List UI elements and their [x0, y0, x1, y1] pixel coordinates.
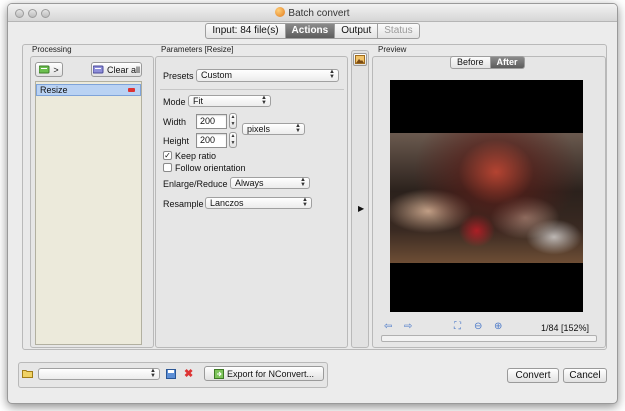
resample-value: Lanczos: [210, 198, 244, 208]
chevron-up-down-icon: ▲ ▼: [302, 197, 308, 208]
preview-scrollbar[interactable]: [381, 335, 597, 342]
preview-title: Preview: [378, 45, 407, 54]
preview-image: [390, 80, 583, 312]
width-stepper[interactable]: ▲ ▼: [229, 113, 237, 129]
remove-icon[interactable]: [128, 88, 135, 92]
window-title: Batch convert: [288, 8, 350, 19]
follow-orientation-label: Follow orientation: [175, 163, 246, 173]
settings-select[interactable]: ▲ ▼: [38, 368, 160, 380]
chevron-up-down-icon: ▲ ▼: [300, 177, 306, 188]
action-list[interactable]: Resize: [35, 81, 142, 345]
batch-convert-window: Batch convert Input: 84 file(s) Actions …: [7, 3, 618, 404]
mode-select[interactable]: Fit ▲ ▼: [188, 95, 271, 107]
resample-select[interactable]: Lanczos ▲ ▼: [205, 197, 312, 209]
parameters-title: Parameters [Resize]: [161, 45, 234, 54]
mode-label: Mode: [163, 97, 186, 107]
convert-button[interactable]: Convert: [507, 368, 559, 383]
chevron-up-down-icon: ▲ ▼: [261, 95, 267, 106]
export-icon: [213, 368, 224, 379]
enlarge-reduce-select[interactable]: Always ▲ ▼: [230, 177, 310, 189]
unit-select[interactable]: pixels ▲ ▼: [242, 123, 305, 135]
unit-value: pixels: [247, 124, 271, 134]
height-stepper[interactable]: ▲ ▼: [229, 132, 237, 148]
previous-arrow-icon[interactable]: ⇦: [384, 321, 392, 332]
main-tabs: Input: 84 file(s) Actions Output Status: [8, 23, 617, 39]
chevron-up-down-icon: ▲ ▼: [329, 69, 335, 80]
keep-ratio-label: Keep ratio: [175, 151, 217, 161]
after-button[interactable]: After: [490, 56, 525, 69]
export-nconvert-button[interactable]: Export for NConvert...: [204, 366, 324, 381]
save-icon[interactable]: [166, 369, 176, 381]
height-label: Height: [163, 136, 190, 146]
preview-photo: [390, 133, 583, 263]
list-item-resize[interactable]: Resize: [36, 84, 141, 96]
presets-select[interactable]: Custom ▲ ▼: [196, 69, 339, 82]
before-button[interactable]: Before: [450, 56, 491, 69]
chevron-up-down-icon: ▲ ▼: [295, 123, 301, 134]
before-after-toggle: Before After: [450, 56, 525, 69]
delete-icon[interactable]: ✖: [184, 367, 193, 380]
app-icon: [275, 7, 286, 17]
preview-splitter[interactable]: [351, 50, 369, 348]
width-label: Width: [163, 117, 187, 127]
add-action-button[interactable]: >: [35, 62, 63, 77]
export-label: Export for NConvert...: [226, 368, 315, 379]
divider: [160, 89, 344, 90]
show-preview-button[interactable]: [353, 53, 367, 66]
tab-output[interactable]: Output: [335, 23, 379, 39]
width-field[interactable]: 200: [196, 114, 227, 129]
follow-orientation-checkbox[interactable]: [163, 163, 172, 172]
image-icon: [355, 55, 365, 64]
clear-all-button[interactable]: Clear all: [91, 62, 142, 77]
mode-value: Fit: [193, 96, 203, 106]
clear-all-label: Clear all: [106, 64, 140, 75]
height-field[interactable]: 200: [196, 133, 227, 148]
resample-label: Resample: [163, 199, 204, 209]
cancel-button[interactable]: Cancel: [563, 368, 607, 383]
fit-screen-icon[interactable]: ⛶: [454, 321, 461, 332]
window-title-area: Batch convert: [8, 7, 617, 19]
tab-actions[interactable]: Actions: [285, 23, 336, 39]
enlarge-reduce-value: Always: [235, 178, 264, 188]
presets-value: Custom: [201, 70, 233, 80]
title-bar: Batch convert: [8, 4, 617, 22]
zoom-in-icon[interactable]: ⊕: [494, 321, 502, 332]
tab-input[interactable]: Input: 84 file(s): [205, 23, 286, 39]
enlarge-reduce-label: Enlarge/Reduce: [163, 179, 228, 189]
list-item-label: Resize: [40, 85, 68, 95]
zoom-out-icon[interactable]: ⊖: [474, 321, 482, 332]
clear-all-icon: [92, 65, 104, 74]
presets-label: Presets: [163, 71, 194, 81]
next-arrow-icon[interactable]: ⇨: [404, 321, 412, 332]
keep-ratio-checkbox[interactable]: ✓: [163, 151, 172, 160]
folder-icon[interactable]: [22, 369, 33, 380]
collapse-arrow-icon[interactable]: ▶: [358, 204, 364, 213]
add-action-icon: [39, 65, 50, 74]
tab-status: Status: [378, 23, 420, 39]
add-action-label: >: [53, 64, 59, 75]
chevron-up-down-icon: ▲ ▼: [150, 368, 156, 379]
processing-title: Processing: [32, 45, 72, 54]
preview-status: 1/84 [152%]: [541, 323, 590, 333]
